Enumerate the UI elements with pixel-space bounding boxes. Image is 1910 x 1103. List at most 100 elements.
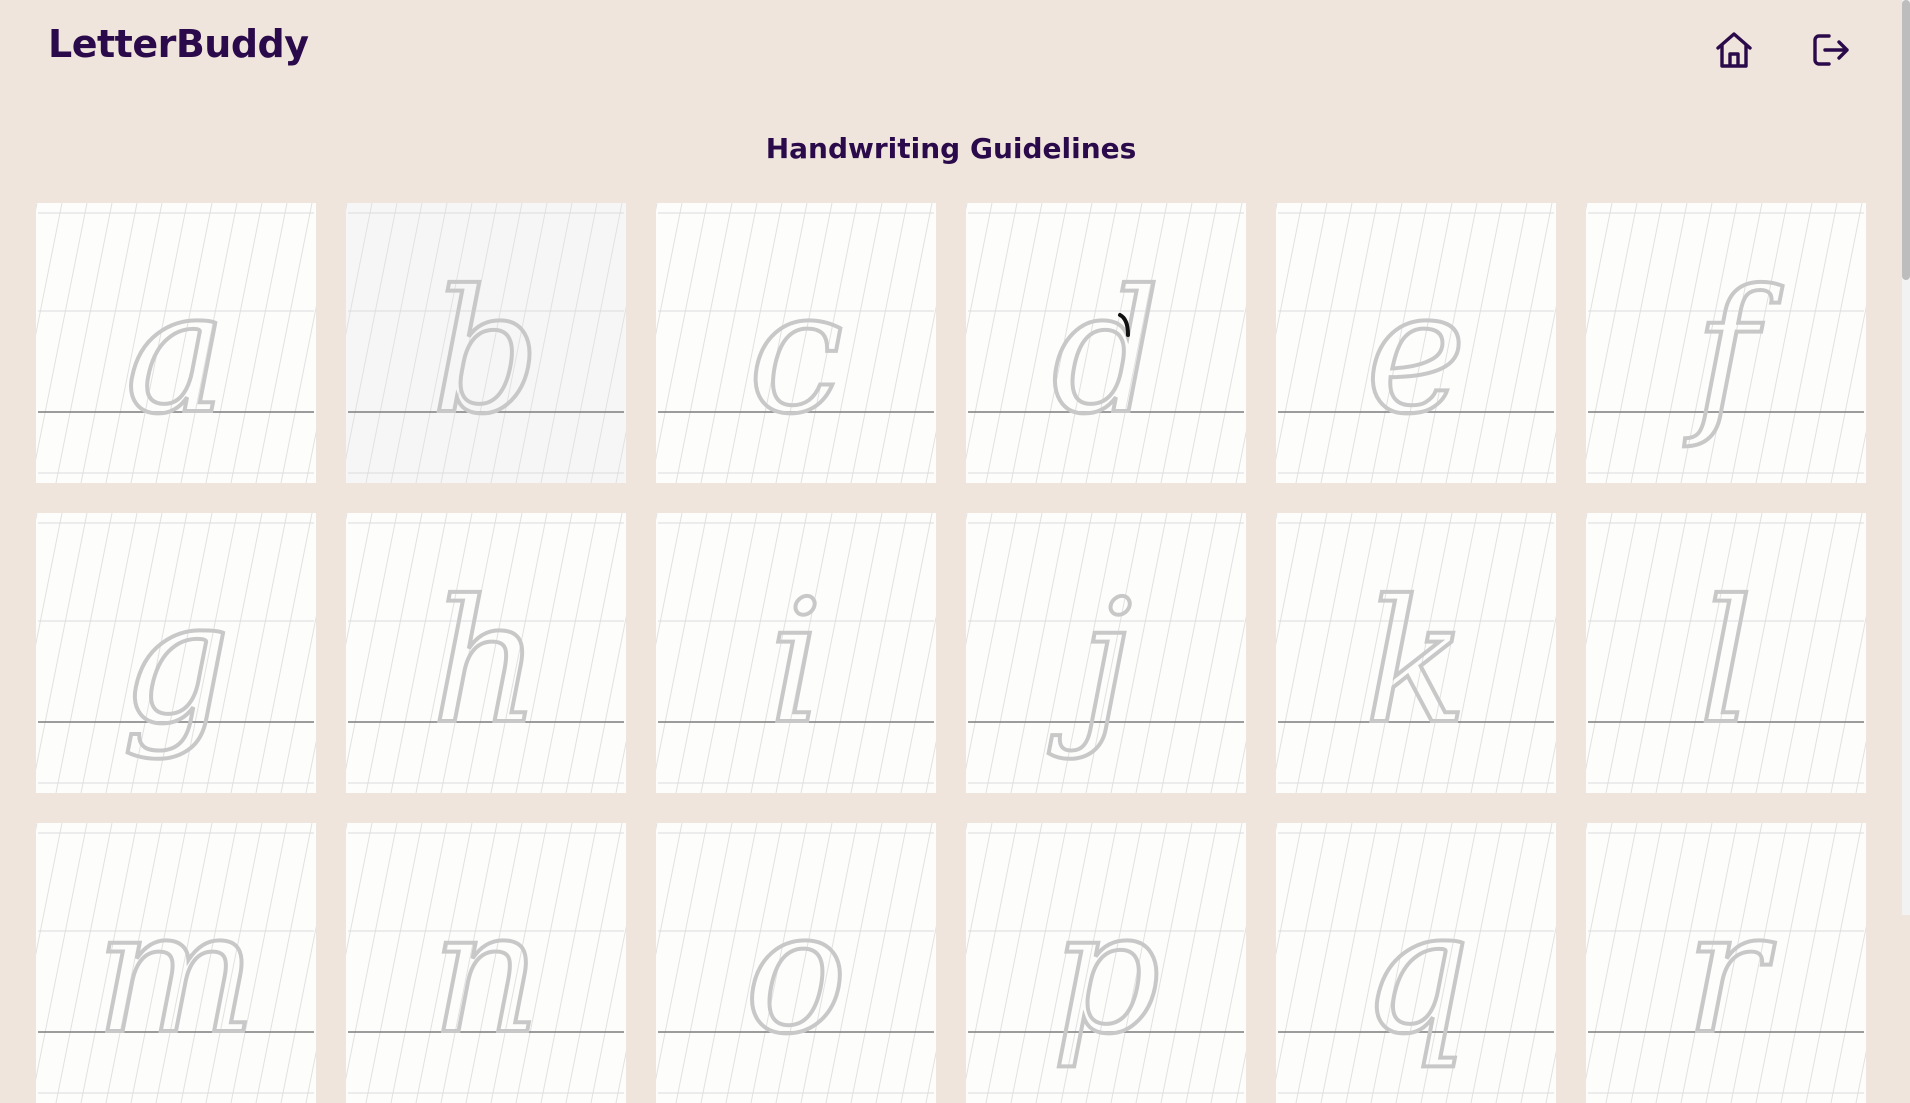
- brand-logo[interactable]: LetterBuddy: [48, 22, 309, 66]
- guideline-sheet: e: [1276, 203, 1556, 483]
- guide-letter: k: [1364, 564, 1467, 762]
- guide-letter: m: [95, 874, 256, 1072]
- slant-guide: [1630, 823, 1688, 1103]
- slant-guide: [900, 925, 936, 1103]
- slant-guide: [1010, 513, 1068, 793]
- slant-guide: [1210, 615, 1246, 793]
- letter-card-g[interactable]: g: [36, 513, 316, 793]
- slant-guide: [1586, 513, 1588, 521]
- page-scrollbar[interactable]: [1902, 0, 1910, 915]
- slant-guide: [1276, 203, 1278, 211]
- letter-card-j[interactable]: j: [966, 513, 1246, 793]
- slant-guide: [656, 203, 708, 461]
- guide-letter: q: [1362, 874, 1471, 1072]
- slant-guide: [925, 430, 936, 483]
- slant-guide: [875, 203, 933, 483]
- slant-guide: [966, 823, 1018, 1081]
- slant-guide: [1586, 203, 1638, 461]
- slant-guide: [675, 513, 733, 793]
- letter-card-o[interactable]: o: [656, 823, 936, 1103]
- slant-guide: [1780, 513, 1838, 793]
- slant-guide: [540, 513, 598, 793]
- slant-guide: [900, 305, 936, 483]
- letter-card-f[interactable]: f: [1586, 203, 1866, 483]
- slant-guide: [1805, 513, 1863, 793]
- slant-guide: [1185, 823, 1243, 1103]
- slant-guide: [1495, 513, 1553, 793]
- slant-guide: [230, 203, 288, 483]
- slant-guide: [966, 203, 968, 211]
- slant-guide: [1185, 513, 1243, 793]
- slant-guide: [1495, 823, 1553, 1103]
- slant-guide: [1276, 203, 1328, 461]
- home-button[interactable]: [1710, 26, 1758, 74]
- scrollbar-thumb[interactable]: [1902, 0, 1910, 280]
- slant-guide: [1185, 203, 1243, 483]
- letter-card-p[interactable]: p: [966, 823, 1246, 1103]
- guideline-sheet: m: [36, 823, 316, 1103]
- slant-guide: [1855, 1050, 1866, 1103]
- letter-card-a[interactable]: a: [36, 203, 316, 483]
- slant-guide: [1586, 823, 1588, 831]
- letter-card-q[interactable]: q: [1276, 823, 1556, 1103]
- letter-card-c[interactable]: c: [656, 203, 936, 483]
- slant-guide: [1235, 1050, 1246, 1103]
- logout-button[interactable]: [1807, 26, 1855, 74]
- slant-guide: [1780, 203, 1838, 483]
- slant-guide: [850, 823, 908, 1103]
- slant-guide: [1135, 513, 1193, 793]
- slant-guide: [1545, 430, 1556, 483]
- app-header: LetterBuddy: [0, 0, 1910, 100]
- guide-letter: g: [122, 564, 231, 762]
- slant-guide: [985, 513, 1043, 793]
- slant-guide: [656, 823, 658, 831]
- slant-guide: [55, 513, 113, 793]
- guide-letter: l: [1699, 564, 1753, 762]
- slant-guide: [850, 203, 908, 483]
- letter-card-h[interactable]: h: [346, 513, 626, 793]
- guideline-sheet: l: [1586, 513, 1866, 793]
- slant-guide: [1605, 513, 1663, 793]
- slant-guide: [346, 513, 348, 521]
- slant-guide: [280, 305, 316, 483]
- slant-guide: [1755, 513, 1813, 793]
- letter-card-e[interactable]: e: [1276, 203, 1556, 483]
- slant-guide: [1295, 513, 1353, 793]
- slant-guide: [540, 823, 598, 1103]
- slant-guide: [700, 513, 758, 793]
- slant-guide: [365, 203, 423, 483]
- slant-guide: [1830, 305, 1866, 483]
- guideline-sheet: o: [656, 823, 936, 1103]
- guideline-sheet: b: [346, 203, 626, 483]
- slant-guide: [1160, 203, 1218, 483]
- letter-card-i[interactable]: i: [656, 513, 936, 793]
- slant-guide: [255, 203, 313, 483]
- slant-guide: [36, 823, 88, 1081]
- guideline-sheet: c: [656, 203, 936, 483]
- letter-card-n[interactable]: n: [346, 823, 626, 1103]
- slant-guide: [36, 203, 38, 211]
- slant-guide: [1630, 203, 1688, 483]
- guideline-sheet: k: [1276, 513, 1556, 793]
- slant-guide: [1586, 513, 1638, 771]
- slant-guide: [565, 823, 623, 1103]
- slant-guide: [825, 513, 883, 793]
- slant-guide: [1295, 203, 1353, 483]
- letter-card-r[interactable]: r: [1586, 823, 1866, 1103]
- slant-guide: [590, 925, 626, 1103]
- slant-guide: [1520, 305, 1556, 483]
- letter-card-m[interactable]: m: [36, 823, 316, 1103]
- slant-guide: [1235, 430, 1246, 483]
- page-title: Handwriting Guidelines: [765, 132, 1137, 165]
- letter-card-b[interactable]: b: [346, 203, 626, 483]
- slant-guide: [1235, 740, 1246, 793]
- letter-card-k[interactable]: k: [1276, 513, 1556, 793]
- letter-card-d[interactable]: d: [966, 203, 1246, 483]
- slant-guide: [875, 513, 933, 793]
- slant-guide: [346, 203, 348, 211]
- guide-letter: a: [125, 254, 226, 452]
- slant-guide: [1605, 203, 1663, 483]
- slant-guide: [280, 615, 316, 793]
- slant-guide: [1160, 823, 1218, 1103]
- letter-card-l[interactable]: l: [1586, 513, 1866, 793]
